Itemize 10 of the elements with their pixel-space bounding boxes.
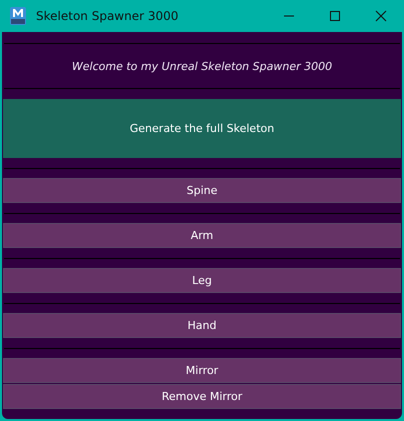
mirror-button[interactable]: Remove Mirror: [3, 384, 401, 409]
part-button[interactable]: Leg: [3, 268, 401, 293]
welcome-text: Welcome to my Unreal Skeleton Spawner 3000: [70, 58, 334, 74]
generate-button[interactable]: Generate the full Skeleton: [3, 99, 401, 158]
part-button[interactable]: Arm: [3, 223, 401, 248]
part-button[interactable]: Spine: [3, 178, 401, 203]
window-title: Skeleton Spawner 3000: [36, 9, 178, 23]
app-icon: [10, 7, 26, 25]
part-button[interactable]: Hand: [3, 313, 401, 338]
mirror-button[interactable]: Mirror: [3, 358, 401, 383]
